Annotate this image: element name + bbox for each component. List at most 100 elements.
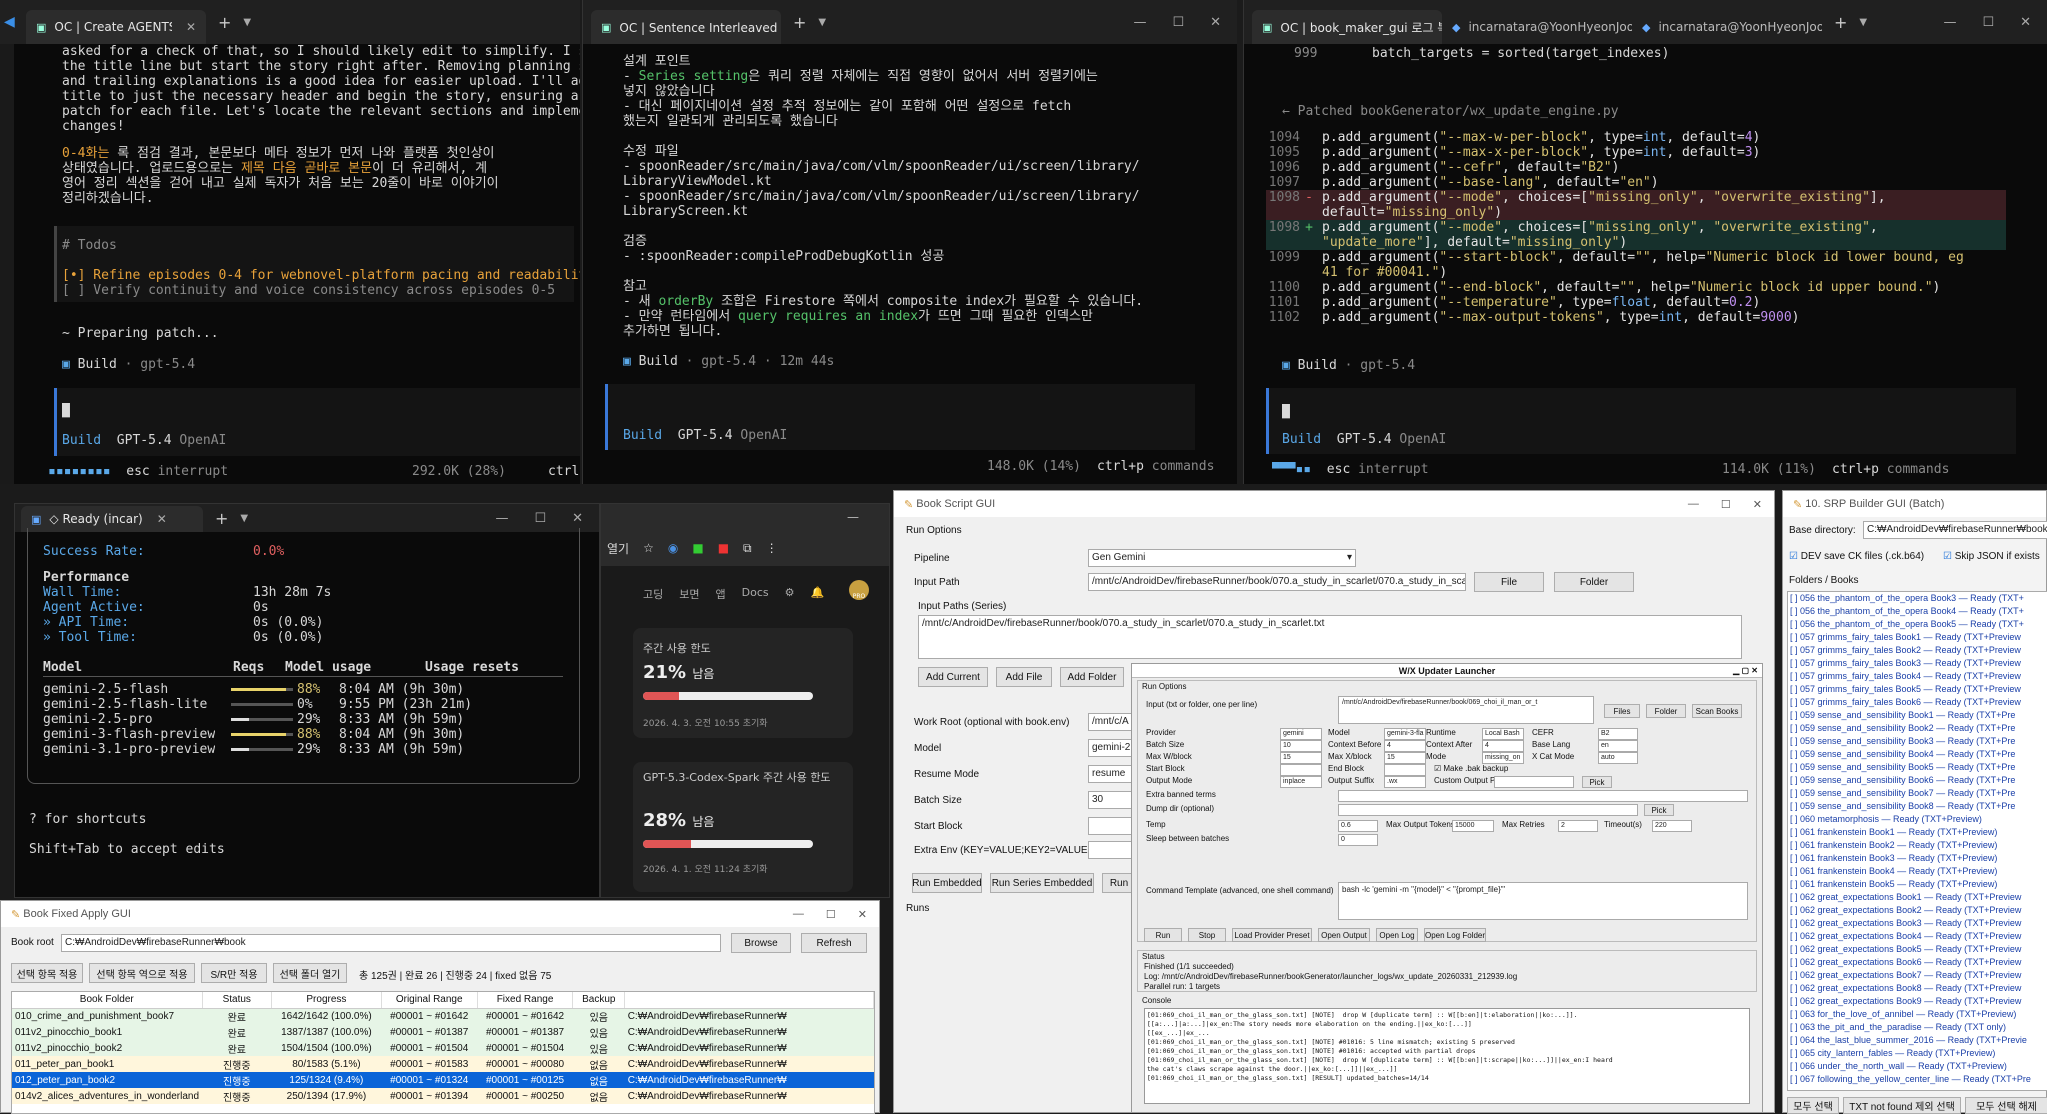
new-tab-icon[interactable]: +: [215, 509, 228, 528]
option-field[interactable]: missing_on: [1482, 752, 1524, 764]
close-window-icon[interactable]: ✕: [1753, 498, 1762, 511]
skip-json-checkbox[interactable]: ☑ Skip JSON if exists: [1943, 551, 2040, 562]
list-item[interactable]: [ ] 061 frankenstein Book4 — Ready (TXT+…: [1788, 865, 2047, 878]
close-window-icon[interactable]: ✕: [858, 908, 867, 921]
pick-button[interactable]: Pick: [1644, 804, 1674, 816]
folder-button[interactable]: Folder: [1554, 572, 1634, 592]
maximize-icon[interactable]: ☐: [1172, 15, 1184, 30]
minimize-icon[interactable]: —: [1943, 15, 1956, 30]
list-item[interactable]: [ ] 057 grimms_fairy_tales Book1 — Ready…: [1788, 631, 2047, 644]
list-item[interactable]: [ ] 056 the_phantom_of_the_opera Book4 —…: [1788, 605, 2047, 618]
pipeline-select[interactable]: Gen Gemini ▾: [1088, 549, 1356, 567]
option-field[interactable]: gemini-3-fla: [1384, 728, 1426, 740]
folder-button[interactable]: Folder: [1646, 704, 1686, 718]
minimize-icon[interactable]: —: [1688, 498, 1699, 511]
dev-save-checkbox[interactable]: ☑ DEV save CK files (.ck.b64): [1789, 551, 1924, 562]
avatar[interactable]: PRO: [849, 580, 869, 600]
nav-link[interactable]: 고딩: [643, 586, 663, 602]
list-item[interactable]: [ ] 061 frankenstein Book3 — Ready (TXT+…: [1788, 852, 2047, 865]
extension-icon[interactable]: ■: [692, 541, 703, 555]
list-item[interactable]: [ ] 057 grimms_fairy_tales Book2 — Ready…: [1788, 644, 2047, 657]
list-item[interactable]: [ ] 063 for_the_love_of_annibel — Ready …: [1788, 1008, 2047, 1021]
option-field[interactable]: 0: [1338, 834, 1378, 846]
list-item[interactable]: [ ] 062 great_expectations Book9 — Ready…: [1788, 995, 2047, 1008]
column-header[interactable]: Fixed Range: [477, 992, 574, 1009]
chevron-down-icon[interactable]: ▼: [1859, 17, 1867, 28]
list-item[interactable]: [ ] 062 great_expectations Book6 — Ready…: [1788, 956, 2047, 969]
stop-button[interactable]: Stop: [1188, 928, 1226, 942]
extension-icon[interactable]: ◉: [668, 541, 678, 555]
chevron-down-icon[interactable]: ▼: [818, 17, 826, 28]
puzzle-icon[interactable]: ⧉: [743, 541, 752, 556]
list-item[interactable]: [ ] 056 the_phantom_of_the_opera Book3 —…: [1788, 592, 2047, 605]
option-field[interactable]: 0.6: [1338, 820, 1378, 832]
run-button[interactable]: Run: [1144, 928, 1182, 942]
open-output-button[interactable]: Open Output: [1318, 928, 1370, 942]
list-item[interactable]: [ ] 065 city_lantern_fables — Ready (TXT…: [1788, 1047, 2047, 1060]
list-item[interactable]: [ ] 061 frankenstein Book1 — Ready (TXT+…: [1788, 826, 2047, 839]
list-item[interactable]: [ ] 057 grimms_fairy_tales Book5 — Ready…: [1788, 683, 2047, 696]
apply-selected-button[interactable]: 선택 항목 적용: [11, 963, 83, 983]
tab-label[interactable]: 열기: [607, 540, 629, 557]
pick-button[interactable]: Pick: [1582, 776, 1612, 788]
list-item[interactable]: [ ] 059 sense_and_sensibility Book1 — Re…: [1788, 709, 2047, 722]
extension-icon[interactable]: ■: [718, 541, 729, 555]
sr-apply-button[interactable]: S/R만 적용: [201, 963, 267, 983]
maximize-icon[interactable]: ☐: [1721, 498, 1731, 511]
chevron-down-icon[interactable]: ▼: [240, 513, 248, 524]
open-log-button[interactable]: Open Log: [1376, 928, 1418, 942]
column-header[interactable]: Progress: [271, 992, 382, 1009]
list-item[interactable]: [ ] 057 grimms_fairy_tales Book3 — Ready…: [1788, 657, 2047, 670]
series-textarea[interactable]: /mnt/c/AndroidDev/firebaseRunner/book/07…: [918, 615, 1742, 659]
run-embedded-button[interactable]: Run Embedded: [912, 873, 982, 893]
list-item[interactable]: [ ] 057 grimms_fairy_tales Book4 — Ready…: [1788, 670, 2047, 683]
table-row[interactable]: 012_peter_pan_book2 진행중 125/1324 (9.4%) #00…: [12, 1072, 874, 1088]
new-tab-icon[interactable]: +: [793, 13, 806, 32]
column-header[interactable]: Backup: [572, 992, 626, 1009]
list-item[interactable]: [ ] 056 the_phantom_of_the_opera Book5 —…: [1788, 618, 2047, 631]
tab-book-maker[interactable]: ▣OC | book_maker_gui 로그 복.✕: [1252, 10, 1442, 44]
new-tab-icon[interactable]: +: [218, 13, 231, 32]
command-textarea[interactable]: bash -lc 'gemini -m "{model}" < "{prompt…: [1338, 882, 1748, 920]
add-current-button[interactable]: Add Current: [918, 667, 988, 687]
list-item[interactable]: [ ] 064 the_last_blue_summer_2016 — Read…: [1788, 1034, 2047, 1047]
terminal-body[interactable]: Success Rate: 0.0% Performance Wall Time…: [15, 528, 599, 897]
load-preset-button[interactable]: Load Provider Preset: [1232, 928, 1312, 942]
table-row[interactable]: 010_crime_and_punishment_book7 완료 1642/164…: [12, 1008, 874, 1024]
table-row[interactable]: 011v2_pinocchio_book2 완료 1504/1504 (100.0%…: [12, 1040, 874, 1056]
option-field[interactable]: Local Bash: [1482, 728, 1524, 740]
add-file-button[interactable]: Add File: [996, 667, 1052, 687]
list-item[interactable]: [ ] 059 sense_and_sensibility Book6 — Re…: [1788, 774, 2047, 787]
list-item[interactable]: [ ] 062 great_expectations Book8 — Ready…: [1788, 982, 2047, 995]
add-folder-button[interactable]: Add Folder: [1060, 667, 1124, 687]
nav-link[interactable]: 보면: [679, 586, 699, 602]
base-dir-input[interactable]: C:₩AndroidDev₩firebaseRunner₩book: [1863, 521, 2047, 539]
new-tab-icon[interactable]: +: [1834, 13, 1847, 32]
list-item[interactable]: [ ] 059 sense_and_sensibility Book5 — Re…: [1788, 761, 2047, 774]
option-field[interactable]: [1338, 804, 1638, 816]
terminal-body[interactable]: 설계 포인트 - Series setting은 쿼리 정렬 자체에는 직접 영…: [583, 44, 1237, 484]
list-item[interactable]: [ ] 061 frankenstein Book2 — Ready (TXT+…: [1788, 839, 2047, 852]
option-field[interactable]: 220: [1652, 820, 1692, 832]
column-header[interactable]: [624, 992, 874, 1009]
open-log-folder-button[interactable]: Open Log Folder: [1424, 928, 1486, 942]
option-field[interactable]: B2: [1598, 728, 1638, 740]
option-field[interactable]: en: [1598, 740, 1638, 752]
chevron-down-icon[interactable]: ▼: [243, 17, 251, 28]
option-field[interactable]: 4: [1384, 740, 1426, 752]
list-item[interactable]: [ ] 063 the_pit_and_the_paradise — Ready…: [1788, 1021, 2047, 1034]
table-row[interactable]: 011v2_pinocchio_book1 완료 1387/1387 (100.0%…: [12, 1024, 874, 1040]
option-field[interactable]: [1338, 790, 1748, 802]
close-window-icon[interactable]: ✕: [572, 511, 583, 526]
table-row[interactable]: 014v2_alices_adventures_in_wonderland 진행중…: [12, 1088, 874, 1104]
list-item[interactable]: [ ] 059 sense_and_sensibility Book4 — Re…: [1788, 748, 2047, 761]
files-button[interactable]: Files: [1604, 704, 1640, 718]
list-item[interactable]: [ ] 060 metamorphosis — Ready (TXT+Previ…: [1788, 813, 2047, 826]
list-item[interactable]: [ ] 059 sense_and_sensibility Book2 — Re…: [1788, 722, 2047, 735]
table-row[interactable]: 011_peter_pan_book1 진행중 80/1583 (5.1%) #000…: [12, 1056, 874, 1072]
maximize-icon[interactable]: ☐: [1982, 15, 1994, 30]
option-field[interactable]: gemini: [1280, 728, 1322, 740]
list-item[interactable]: [ ] 062 great_expectations Book1 — Ready…: [1788, 891, 2047, 904]
select-found-button[interactable]: TXT not found 제외 선택: [1843, 1097, 1961, 1114]
close-icon[interactable]: ✕: [157, 512, 167, 526]
